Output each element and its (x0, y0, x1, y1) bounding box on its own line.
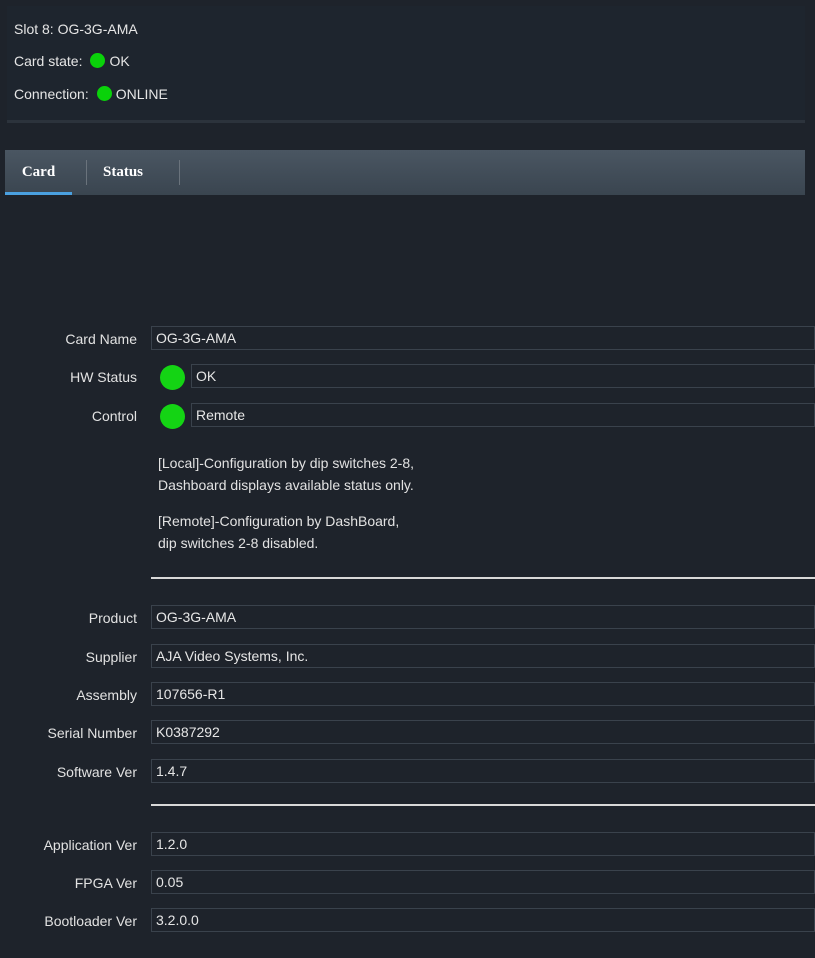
supplier-label: Supplier (85, 649, 137, 665)
assembly-field: 107656-R1 (151, 682, 815, 706)
assembly-label: Assembly (76, 687, 137, 703)
tab-status[interactable]: Status (79, 150, 167, 195)
tab-separator (179, 160, 180, 185)
software-ver-field: 1.4.7 (151, 759, 815, 783)
divider (151, 577, 815, 579)
connection-label: Connection: (14, 86, 89, 102)
product-field: OG-3G-AMA (151, 605, 815, 629)
tab-card[interactable]: Card (5, 150, 72, 195)
supplier-field: AJA Video Systems, Inc. (151, 644, 815, 668)
card-name-label: Card Name (65, 331, 137, 347)
fpga-ver-label: FPGA Ver (74, 875, 137, 891)
note-remote-line-2: dip switches 2-8 disabled. (158, 535, 319, 551)
note-local-line-1: [Local]-Configuration by dip switches 2-… (158, 455, 415, 471)
card-state-value: OK (109, 53, 130, 69)
control-led-icon (160, 404, 185, 429)
note-remote-line-1: [Remote]-Configuration by DashBoard, (158, 513, 400, 529)
serial-number-field: K0387292 (151, 720, 815, 744)
connection-row: Connection: ONLINE (14, 84, 168, 104)
product-label: Product (88, 610, 137, 626)
hw-status-field: OK (191, 364, 815, 388)
divider (151, 804, 815, 806)
hw-status-label: HW Status (70, 369, 137, 385)
card-state-led-icon (90, 53, 106, 68)
application-ver-field: 1.2.0 (151, 832, 815, 856)
application-ver-label: Application Ver (43, 837, 137, 853)
card-state-row: Card state: OK (14, 51, 130, 71)
hw-status-led-icon (160, 365, 185, 390)
bootloader-ver-field: 3.2.0.0 (151, 908, 815, 932)
bootloader-ver-label: Bootloader Ver (44, 913, 137, 929)
note-local-line-2: Dashboard displays available status only… (158, 477, 414, 493)
card-name-field[interactable]: OG-3G-AMA (151, 326, 815, 350)
slot-title: Slot 8: OG-3G-AMA (14, 21, 138, 37)
card-header: Slot 8: OG-3G-AMA Card state: OK Connecti… (7, 6, 805, 123)
tab-bar: Card Status (5, 150, 805, 195)
software-ver-label: Software Ver (56, 764, 137, 780)
card-state-label: Card state: (14, 53, 83, 69)
control-label: Control (91, 408, 137, 424)
fpga-ver-field: 0.05 (151, 870, 815, 894)
serial-number-label: Serial Number (47, 725, 137, 741)
connection-value: ONLINE (115, 86, 168, 102)
connection-led-icon (96, 86, 112, 101)
control-field[interactable]: Remote (191, 403, 815, 427)
